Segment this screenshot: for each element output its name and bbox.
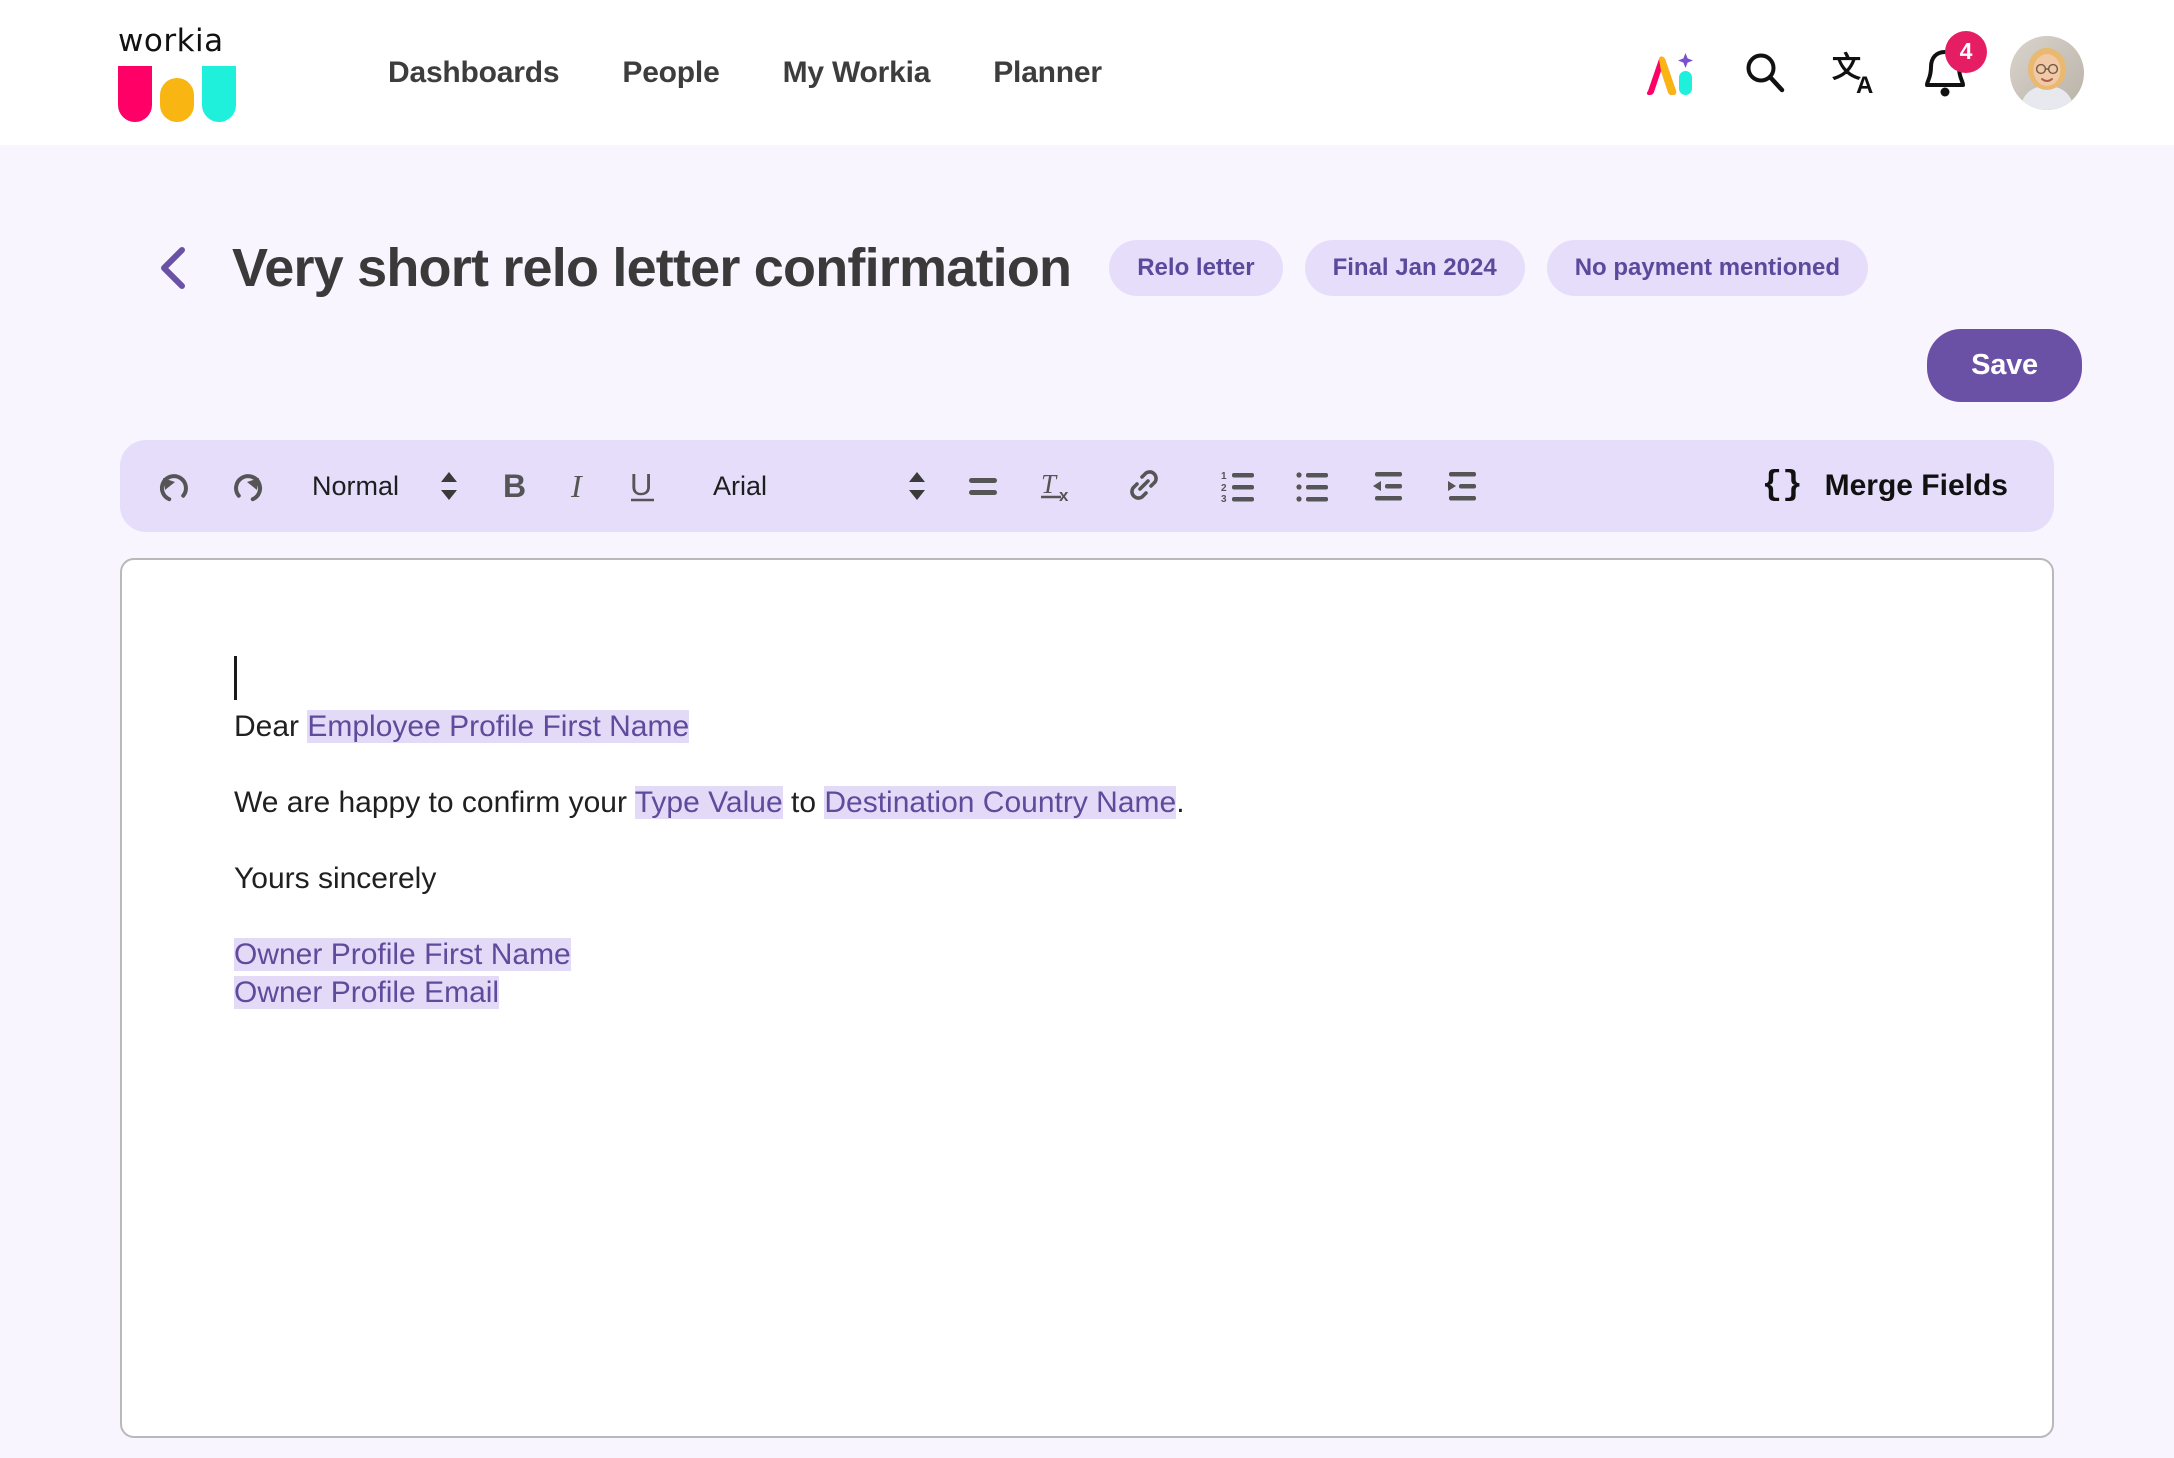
svg-text:2: 2 bbox=[1221, 483, 1227, 494]
outdent-icon[interactable] bbox=[1369, 469, 1407, 503]
document-line: Yours sincerely bbox=[234, 864, 2052, 894]
merge-field-token[interactable]: Employee Profile First Name bbox=[307, 710, 690, 743]
align-icon[interactable] bbox=[965, 470, 1001, 502]
nav-item-people[interactable]: People bbox=[622, 56, 719, 90]
merge-field-token[interactable]: Destination Country Name bbox=[824, 786, 1177, 819]
nav-item-dashboards[interactable]: Dashboards bbox=[388, 56, 560, 90]
italic-button[interactable]: I bbox=[569, 469, 591, 503]
notification-badge: 4 bbox=[1945, 30, 1987, 73]
save-button[interactable]: Save bbox=[1927, 329, 2082, 402]
logo-bar-cyan bbox=[202, 66, 236, 122]
merge-fields-button[interactable]: {} Merge Fields bbox=[1762, 467, 2020, 505]
save-row: Save bbox=[0, 329, 2174, 402]
svg-text:x: x bbox=[1059, 486, 1069, 505]
block-style-dropdown[interactable]: Normal bbox=[312, 471, 399, 502]
translate-icon[interactable]: 文 A bbox=[1830, 49, 1880, 97]
document-editor[interactable]: Dear Employee Profile First Name We are h… bbox=[120, 558, 2054, 1438]
page-header: Very short relo letter confirmation Relo… bbox=[0, 237, 2174, 299]
ordered-list-icon[interactable]: 1 2 3 bbox=[1221, 469, 1259, 503]
link-icon[interactable] bbox=[1125, 468, 1163, 504]
curly-braces-icon: {} bbox=[1761, 467, 1803, 505]
block-style-chevron-down-icon[interactable] bbox=[439, 469, 459, 503]
nav-item-my-workia[interactable]: My Workia bbox=[783, 56, 931, 90]
underline-button[interactable]: U bbox=[629, 468, 657, 504]
nav-item-planner[interactable]: Planner bbox=[993, 56, 1102, 90]
document-text: Yours sincerely bbox=[234, 862, 437, 895]
ai-assistant-icon[interactable] bbox=[1642, 49, 1700, 97]
svg-text:3: 3 bbox=[1221, 494, 1227, 503]
document-text: to bbox=[782, 786, 825, 819]
bold-button[interactable]: B bbox=[503, 469, 531, 503]
main-navigation: Dashboards People My Workia Planner bbox=[388, 56, 1102, 90]
merge-field-token[interactable]: Owner Profile Email bbox=[234, 976, 500, 1009]
document-line: We are happy to confirm your Type Value … bbox=[234, 786, 2052, 819]
logo-bar-amber bbox=[160, 78, 194, 122]
logo-bar-pink bbox=[118, 66, 152, 122]
bullet-list-icon[interactable] bbox=[1295, 469, 1333, 503]
user-avatar[interactable] bbox=[2010, 35, 2084, 110]
document-line: Owner Profile First Name bbox=[234, 938, 2052, 971]
logo-wordmark: workia bbox=[118, 23, 224, 59]
search-icon[interactable] bbox=[1742, 50, 1788, 96]
undo-icon[interactable] bbox=[154, 466, 194, 506]
page-title: Very short relo letter confirmation bbox=[232, 238, 1072, 298]
document-body[interactable]: Dear Employee Profile First Name We are h… bbox=[234, 710, 2052, 1009]
svg-text:U: U bbox=[630, 468, 652, 502]
logo-mark-icon bbox=[118, 66, 236, 122]
merge-field-token[interactable]: Owner Profile First Name bbox=[234, 938, 571, 971]
indent-icon[interactable] bbox=[1443, 469, 1481, 503]
document-text: . bbox=[1176, 786, 1185, 819]
redo-icon[interactable] bbox=[228, 466, 268, 506]
document-line: Dear Employee Profile First Name bbox=[234, 710, 2052, 743]
svg-text:B: B bbox=[503, 469, 526, 503]
editor-toolbar: Normal B I U Arial T x 1 2 3 {} Merge Fi… bbox=[120, 440, 2054, 532]
svg-text:T: T bbox=[1041, 469, 1058, 499]
notifications-bell-icon[interactable]: 4 bbox=[1922, 30, 1987, 99]
svg-text:I: I bbox=[570, 469, 583, 503]
document-text: Dear bbox=[234, 710, 308, 743]
workia-logo[interactable]: workia bbox=[118, 23, 250, 122]
document-text: We are happy to confirm your bbox=[234, 786, 635, 819]
app-header: workia Dashboards People My Workia Plann… bbox=[0, 0, 2174, 145]
clear-formatting-icon[interactable]: T x bbox=[1039, 467, 1075, 505]
font-family-chevron-down-icon[interactable] bbox=[907, 469, 927, 503]
tag-relo-letter[interactable]: Relo letter bbox=[1109, 240, 1283, 296]
merge-fields-label: Merge Fields bbox=[1824, 469, 2008, 502]
svg-text:A: A bbox=[1856, 72, 1873, 97]
tag-no-payment-mentioned[interactable]: No payment mentioned bbox=[1546, 240, 1869, 296]
font-family-dropdown[interactable]: Arial bbox=[713, 471, 767, 502]
text-cursor bbox=[234, 656, 237, 700]
svg-text:1: 1 bbox=[1221, 471, 1227, 482]
tag-list: Relo letter Final Jan 2024 No payment me… bbox=[1109, 240, 1869, 296]
document-line: Owner Profile Email bbox=[234, 976, 2052, 1009]
merge-field-token[interactable]: Type Value bbox=[634, 786, 783, 819]
tag-final-jan-2024[interactable]: Final Jan 2024 bbox=[1304, 240, 1525, 296]
header-actions: 文 A 4 bbox=[1642, 0, 2084, 145]
back-button[interactable] bbox=[150, 245, 196, 291]
